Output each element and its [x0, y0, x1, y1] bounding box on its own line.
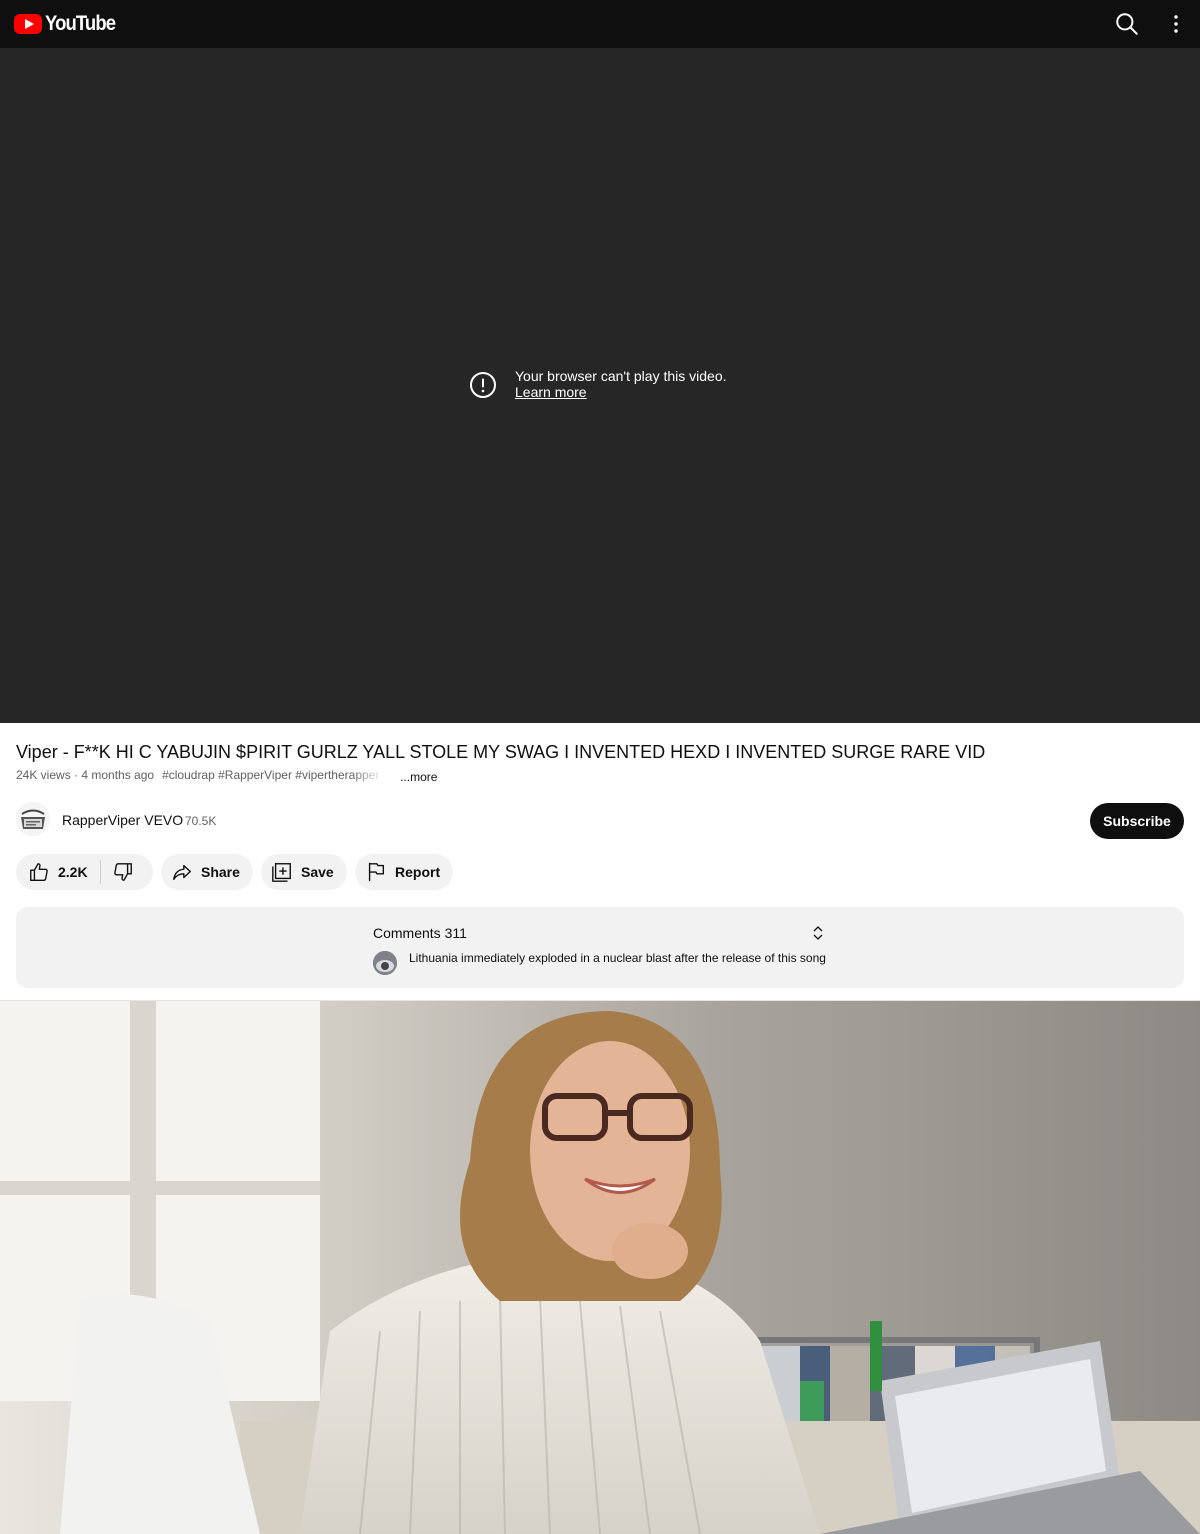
top-comment-text: Lithuania immediately exploded in a nucl…	[409, 951, 826, 965]
thumbs-up-icon	[30, 863, 48, 881]
hashtags[interactable]: #cloudrap #RapperViper #vipertherapper	[162, 768, 384, 782]
comments-header: Comments 311	[373, 925, 467, 941]
logo-text: YouTube	[45, 12, 116, 35]
subscriber-count: 70.5K	[185, 814, 217, 828]
commenter-avatar	[373, 951, 397, 975]
commenter-avatar-image	[373, 951, 397, 975]
top-app-bar: YouTube	[0, 0, 1200, 48]
video-title: Viper - F**K HI C YABUJIN $PIRIT GURLZ Y…	[16, 742, 986, 762]
more-vert-icon[interactable]	[1164, 12, 1188, 36]
video-meta[interactable]: 24K views · 4 months ago #cloudrap #Rapp…	[16, 768, 437, 784]
playlist-add-icon	[272, 863, 291, 882]
player-error: Your browser can't play this video. Lear…	[469, 368, 727, 400]
share-label: Share	[201, 864, 240, 880]
video-player[interactable]: Your browser can't play this video. Lear…	[0, 48, 1200, 723]
like-count: 2.2K	[58, 864, 88, 880]
search-icon[interactable]	[1114, 11, 1140, 37]
learn-more-link[interactable]: Learn more	[515, 384, 727, 400]
unfold-icon[interactable]	[811, 925, 825, 941]
comments-teaser[interactable]: Comments 311 Lithuania immediately explo…	[16, 907, 1184, 988]
share-button[interactable]: Share	[161, 854, 253, 890]
channel-row: RapperViper VEVO 70.5K Subscribe	[16, 802, 1184, 840]
flag-icon	[368, 862, 385, 882]
report-button[interactable]: Report	[355, 854, 453, 890]
description-more-button[interactable]: ...more	[400, 770, 437, 784]
save-label: Save	[301, 864, 334, 880]
thumbs-down-icon[interactable]	[112, 861, 134, 883]
like-dislike-segment: 2.2K	[16, 854, 153, 890]
subscribe-button[interactable]: Subscribe	[1090, 803, 1184, 839]
channel-avatar-image	[16, 802, 50, 836]
youtube-logo[interactable]: YouTube	[14, 12, 125, 36]
promo-photo	[0, 1001, 1200, 1534]
like-divider	[100, 860, 101, 884]
channel-avatar[interactable]	[16, 802, 50, 836]
youtube-logo-icon	[14, 14, 42, 34]
like-button[interactable]: 2.2K	[16, 854, 88, 890]
save-button[interactable]: Save	[261, 854, 347, 890]
promo-image[interactable]	[0, 1001, 1200, 1534]
share-icon	[173, 864, 191, 881]
channel-name[interactable]: RapperViper VEVO	[62, 812, 183, 828]
report-label: Report	[395, 864, 441, 880]
player-error-text: Your browser can't play this video.	[515, 368, 727, 384]
views-and-date: 24K views · 4 months ago	[16, 768, 155, 782]
alert-circle-icon	[470, 372, 496, 398]
